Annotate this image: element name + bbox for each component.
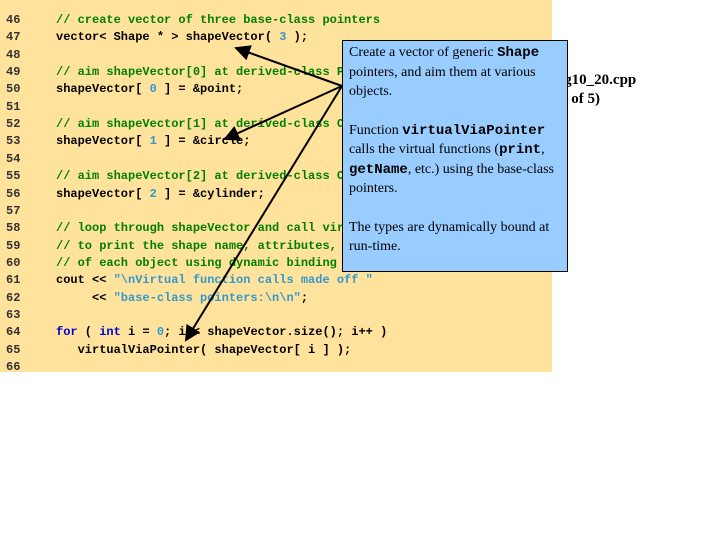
text: Function (349, 122, 403, 138)
code-line: // aim shapeVector[2] at derived-class C (56, 168, 344, 185)
line-number: 63 (6, 307, 21, 322)
code-token-comment: // of each object using dynamic binding (56, 255, 337, 270)
code-token-string: "\nVirtual function calls made off " (113, 273, 373, 288)
code-token-keyword: for (56, 325, 78, 340)
code-token-comment: // aim shapeVector[2] at derived-class C (56, 169, 345, 184)
code-token-plain: ] = &circle; (156, 134, 251, 149)
code-term: Shape (497, 45, 540, 61)
code-token-plain: shapeVector[ (56, 186, 150, 201)
code-token-plain: i = (120, 325, 157, 340)
code-term: getName (349, 161, 408, 178)
code-token-comment: // to print the shape name, attributes, (56, 238, 345, 253)
code-token-number: 0 (149, 82, 157, 97)
line-number: 65 (6, 342, 21, 357)
code-line: // create vector of three base-class poi… (56, 12, 380, 29)
code-token-comment: // loop through shapeVector and call vir (56, 221, 345, 236)
line-number: 61 (6, 273, 21, 288)
code-token-number: 2 (149, 186, 157, 201)
line-number: 55 (6, 169, 21, 184)
code-token-plain: ] = &cylinder; (156, 186, 265, 201)
code-line: // of each object using dynamic binding (56, 255, 337, 272)
callout-box: Create a vector of generic Shape pointer… (342, 40, 568, 272)
code-line: // loop through shapeVector and call vir (56, 220, 344, 237)
code-token-number: 0 (156, 325, 165, 340)
line-number: 54 (6, 151, 21, 166)
text: pointers, and aim them at various object… (349, 64, 536, 100)
line-number: 58 (6, 221, 21, 236)
line-number: 51 (6, 99, 21, 114)
line-number: 60 (6, 255, 21, 270)
code-token-plain: ( (77, 325, 100, 340)
callout-paragraph-3: The types are dynamically bound at run-t… (349, 219, 550, 255)
code-token-comment: // create vector of three base-class poi… (56, 13, 381, 27)
code-token-plain: vector< Shape * > shapeVector( (56, 30, 280, 45)
code-term: virtualViaPointer (402, 122, 546, 139)
line-number: 46 (6, 13, 21, 27)
code-line: for ( int i = 0; i < shapeVector.size();… (56, 324, 387, 341)
line-number: 56 (6, 186, 21, 201)
code-token-string: "base-class pointers:\n\n" (113, 290, 301, 305)
code-line: vector< Shape * > shapeVector( 3 ); (56, 29, 308, 46)
line-number: 49 (6, 65, 21, 80)
code-token-number: 1 (149, 134, 157, 149)
text: calls the virtual functions ( (349, 142, 500, 157)
code-line: // to print the shape name, attributes, (56, 238, 344, 255)
line-number: 52 (6, 117, 21, 132)
text: Create a vector of generic (349, 45, 498, 60)
code-token-plain: << (56, 290, 114, 305)
code-token-plain: ; (300, 290, 309, 305)
code-line: << "base-class pointers:\n\n"; (56, 290, 308, 307)
code-token-plain: ); (286, 30, 309, 45)
code-token-plain: shapeVector[ (56, 82, 150, 97)
code-token-plain: shapeVector[ (56, 134, 150, 149)
code-line: cout << "\nVirtual function calls made o… (56, 272, 373, 289)
callout-paragraph-1: Create a vector of generic Shape pointer… (349, 43, 561, 102)
line-number: 47 (6, 30, 21, 45)
line-number: 66 (6, 360, 21, 374)
code-token-comment: // aim shapeVector[0] at derived-class P (56, 65, 345, 80)
line-number: 64 (6, 325, 21, 340)
code-term: print (499, 142, 542, 158)
code-line: shapeVector[ 1 ] = &circle; (56, 133, 250, 150)
text: , (541, 142, 545, 157)
code-line: // aim shapeVector[0] at derived-class P (56, 64, 344, 81)
line-number: 59 (6, 238, 21, 253)
code-token-plain: cout << (56, 273, 114, 288)
code-token-comment: // aim shapeVector[1] at derived-class C (56, 117, 345, 132)
code-line: shapeVector[ 0 ] = &point; (56, 81, 243, 98)
code-token-plain: ] = &point; (156, 82, 244, 97)
code-token-keyword: int (99, 325, 121, 340)
callout-paragraph-2: Function virtualViaPointer calls the vir… (349, 121, 561, 199)
line-number: 62 (6, 290, 21, 305)
line-number: 50 (6, 82, 21, 97)
code-line: shapeVector[ 2 ] = &cylinder; (56, 186, 265, 203)
line-number: 57 (6, 203, 21, 218)
code-line: virtualViaPointer( shapeVector[ i ] ); (56, 342, 352, 359)
code-token-plain: virtualViaPointer( shapeVector[ i ] ); (56, 342, 352, 357)
code-line: // aim shapeVector[1] at derived-class C (56, 116, 344, 133)
line-number: 48 (6, 47, 21, 62)
line-number: 53 (6, 134, 21, 149)
code-token-plain: ; i < shapeVector.size(); i++ ) (164, 325, 388, 340)
